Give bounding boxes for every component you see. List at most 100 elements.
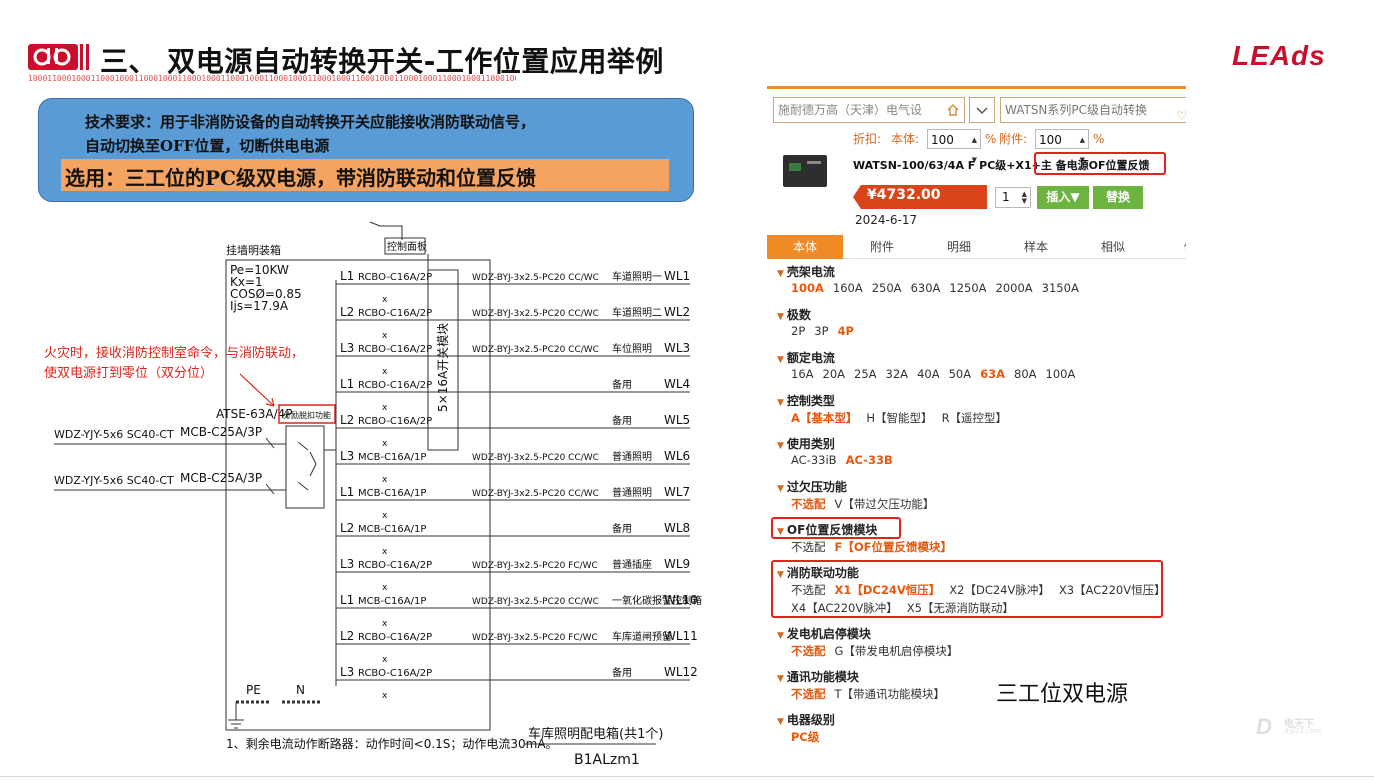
collapse-triangle-icon[interactable]: ▼: [777, 441, 784, 451]
attribute-group-title[interactable]: ▼ 壳架电流: [777, 263, 835, 280]
manufacturer-value: 施耐德万高（天津）电气设: [778, 103, 923, 117]
input-feeders: WDZ-YJY-5x6 SC40-CT MCB-C25A/3P WDZ-YJY-5x…: [54, 425, 286, 495]
attribute-group-title[interactable]: ▼ 极数: [777, 306, 811, 323]
collapse-triangle-icon[interactable]: ▼: [777, 674, 784, 684]
attribute-group-title[interactable]: ▼ 控制类型: [777, 392, 835, 409]
attribute-option-row: A【基本型】 H【智能型】 R【遥控型】: [791, 410, 1016, 426]
attribute-option[interactable]: T【带通讯功能模块】: [835, 687, 946, 701]
accessory-percent: %: [1093, 132, 1105, 146]
attribute-option[interactable]: 100A: [1046, 367, 1076, 381]
attribute-option[interactable]: 40A: [917, 367, 940, 381]
attribute-option[interactable]: 20A: [823, 367, 846, 381]
attribute-option[interactable]: 630A: [911, 281, 941, 295]
attribute-option[interactable]: 不选配: [791, 540, 826, 554]
attribute-option[interactable]: A【基本型】: [791, 411, 857, 425]
product-image[interactable]: [783, 155, 827, 187]
circuit-use: 备用: [612, 522, 632, 535]
collapse-triangle-icon[interactable]: ▼: [777, 269, 784, 279]
attribute-option[interactable]: 63A: [980, 367, 1005, 381]
attribute-option[interactable]: 16A: [791, 367, 814, 381]
circuit-id: WL4: [664, 377, 690, 391]
load-parameters: Pe=10KWKx=1COSØ=0.85Ijs=17.9A: [230, 263, 302, 313]
breaker-trip-mark: x: [382, 619, 388, 629]
attribute-option[interactable]: 32A: [886, 367, 909, 381]
attribute-option[interactable]: 160A: [833, 281, 863, 295]
attribute-option[interactable]: 100A: [791, 281, 824, 295]
accessory-discount-input[interactable]: 100 ▲ ▼: [1035, 129, 1089, 164]
attribute-option-row: 100A 160A 250A 630A 1250A 2000A 3150A: [791, 281, 1088, 295]
attribute-option[interactable]: R【遥控型】: [942, 411, 1008, 425]
circuit-id: WL5: [664, 413, 690, 427]
attribute-option[interactable]: 不选配: [791, 497, 826, 511]
circuit-id: WL1: [664, 269, 690, 283]
attribute-group-title[interactable]: ▼ 电器级别: [777, 711, 835, 728]
breaker-trip-mark: x: [382, 331, 388, 341]
attribute-option[interactable]: 4P: [838, 324, 854, 338]
attribute-option[interactable]: 80A: [1014, 367, 1037, 381]
attribute-option[interactable]: AC-33iB: [791, 453, 837, 467]
attribute-option[interactable]: H【智能型】: [866, 411, 932, 425]
attribute-option[interactable]: 25A: [854, 367, 877, 381]
attribute-option[interactable]: G【带发电机启停模块】: [835, 644, 959, 658]
attribute-option[interactable]: F【OF位置反馈模块】: [835, 540, 953, 554]
home-icon[interactable]: [946, 103, 960, 117]
switch-module-label: 5×16A开关模块: [436, 323, 450, 412]
attribute-option[interactable]: AC-33B: [846, 453, 893, 467]
product-selector-panel: 施耐德万高（天津）电气设 WATSN系列PC级自动转换 ♡ 折扣: 本体: 10…: [767, 86, 1186, 750]
collapse-triangle-icon[interactable]: ▼: [777, 717, 784, 727]
tab-4[interactable]: 相似: [1075, 235, 1151, 259]
input-cable-label: WDZ-YJY-5x6 SC40-CT: [54, 428, 174, 441]
breaker-trip-mark: x: [382, 511, 388, 521]
circuit-id: WL9: [664, 557, 690, 571]
three-position-caption: 三工位双电源: [996, 682, 1129, 707]
attribute-group-title[interactable]: ▼ 通讯功能模块: [777, 668, 859, 685]
breaker-trip-mark: x: [382, 547, 388, 557]
box-name: 车库照明配电箱(共1个): [528, 726, 663, 742]
attribute-option[interactable]: 1250A: [949, 281, 986, 295]
attribute-option[interactable]: 2P: [791, 324, 805, 338]
collapse-triangle-icon[interactable]: ▼: [777, 312, 784, 322]
chevron-down-icon[interactable]: [969, 97, 995, 123]
manufacturer-select[interactable]: 施耐德万高（天津）电气设: [773, 97, 965, 123]
tab-5[interactable]: 供: [1152, 235, 1186, 259]
tab-0[interactable]: 本体: [767, 235, 843, 259]
collapse-triangle-icon[interactable]: ▼: [777, 398, 784, 408]
attribute-option[interactable]: V【带过欠压功能】: [835, 497, 935, 511]
circuit-id: WL7: [664, 485, 690, 499]
tab-2[interactable]: 明细: [921, 235, 997, 259]
attribute-option[interactable]: 3P: [814, 324, 828, 338]
attribute-option[interactable]: PC级: [791, 730, 819, 744]
attribute-option[interactable]: 250A: [872, 281, 902, 295]
collapse-triangle-icon[interactable]: ▼: [777, 631, 784, 641]
attribute-option[interactable]: 3150A: [1042, 281, 1079, 295]
attribute-group-title[interactable]: ▼ 发电机启停模块: [777, 625, 871, 642]
title-stripes: [80, 44, 94, 70]
attribute-option[interactable]: 50A: [949, 367, 972, 381]
favorite-icon[interactable]: ♡: [1176, 104, 1186, 122]
tab-1[interactable]: 附件: [844, 235, 920, 259]
atse-label: ATSE-63A/4P: [216, 407, 293, 421]
circuit-phase: L1: [340, 485, 354, 499]
circuit-cable: WDZ-BYJ-3x2.5-PC20 CC/WC: [472, 453, 599, 463]
attribute-option[interactable]: 不选配: [791, 644, 826, 658]
series-search-input[interactable]: WATSN系列PC级自动转换 ♡: [1000, 97, 1186, 123]
attribute-option-row: 不选配 T【带通讯功能模块】: [791, 686, 954, 702]
circuit-breaker: RCBO-C16A/2P: [358, 560, 432, 571]
circuit-use: 车道照明一: [612, 270, 662, 283]
collapse-triangle-icon[interactable]: ▼: [777, 355, 784, 365]
breaker-trip-mark: x: [382, 367, 388, 377]
control-panel-label: 控制面板: [387, 240, 427, 253]
replace-button[interactable]: 替换: [1093, 186, 1143, 209]
attribute-option[interactable]: 不选配: [791, 687, 826, 701]
tab-3[interactable]: 样本: [998, 235, 1074, 259]
breaker-trip-mark: x: [382, 295, 388, 305]
attribute-option[interactable]: 2000A: [996, 281, 1033, 295]
circuit-use: 普通插座: [612, 558, 652, 571]
collapse-triangle-icon[interactable]: ▼: [777, 484, 784, 494]
attribute-group-title[interactable]: ▼ 使用类别: [777, 435, 835, 452]
insert-button[interactable]: 插入▼: [1037, 186, 1089, 209]
attribute-group-title[interactable]: ▼ 过欠压功能: [777, 478, 847, 495]
body-discount-input[interactable]: 100 ▲ ▼: [927, 129, 981, 164]
quantity-stepper[interactable]: 1 ▲ ▼: [995, 187, 1031, 208]
attribute-group-title[interactable]: ▼ 额定电流: [777, 349, 835, 366]
